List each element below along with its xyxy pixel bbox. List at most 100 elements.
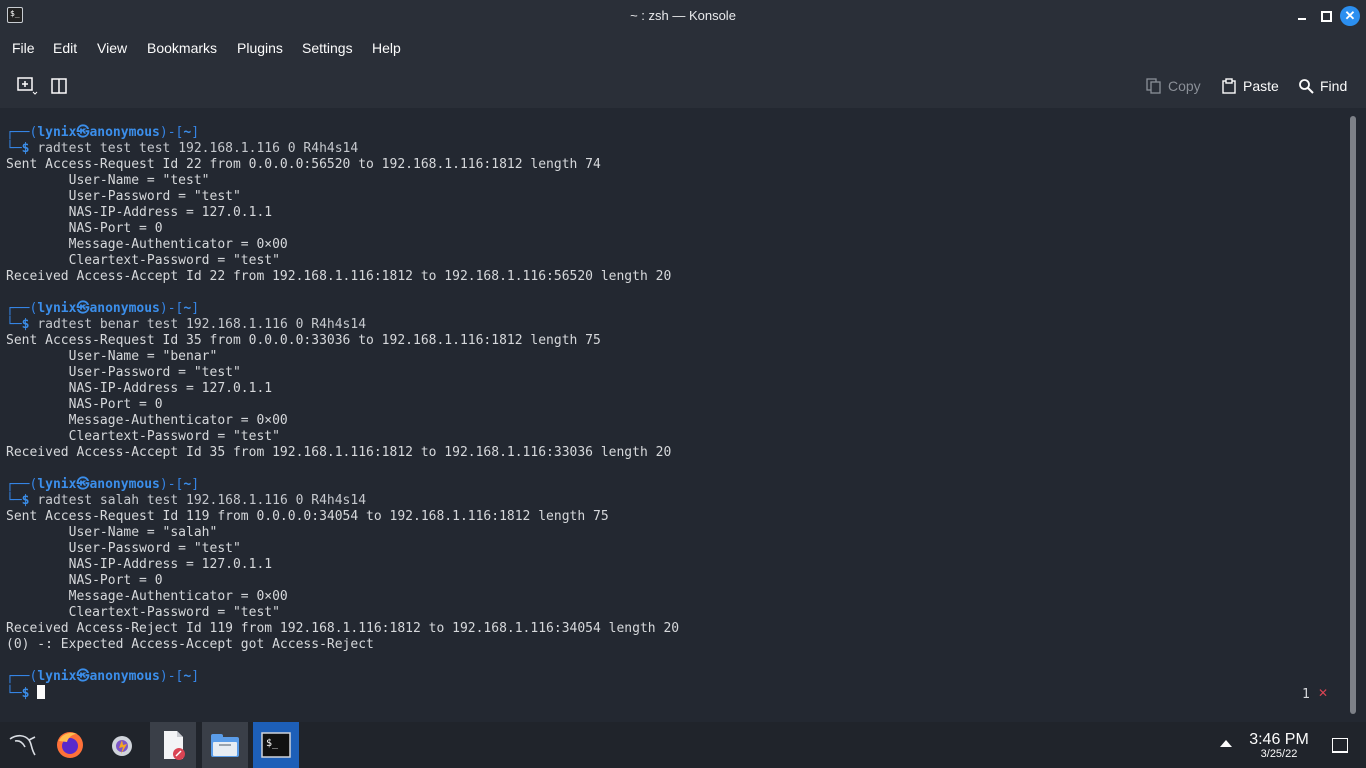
prompt-symbol: $ [21,493,38,508]
output-line: Message-Authenticator = 0×00 [6,413,288,428]
copy-label: Copy [1168,78,1201,94]
clock-date[interactable]: 3/25/22 [1244,748,1314,760]
menu-settings[interactable]: Settings [302,40,353,56]
split-view-icon [51,78,67,94]
search-icon [1299,79,1314,94]
title-bar: $_ ~ : zsh — Konsole ✕ [0,0,1366,32]
prompt-frame: ┌──( [6,477,38,492]
window-title: ~ : zsh — Konsole [630,8,736,23]
prompt-frame: └─ [6,141,22,156]
output-line: Message-Authenticator = 0×00 [6,589,288,604]
copy-button[interactable]: Copy [1146,76,1201,96]
menu-edit[interactable]: Edit [53,40,77,56]
minimize-button[interactable] [1292,6,1312,26]
command-text: radtest benar test 192.168.1.116 0 R4h4s… [37,317,367,332]
prompt-line: ┌──(lynix㉿anonymous)-[~] [6,477,679,493]
prompt-user: lynix㉿anonymous [37,477,160,492]
new-tab-button[interactable] [16,76,40,96]
file-manager-button[interactable] [202,722,248,768]
prompt-frame: └─ [6,686,22,701]
job-status-icon: ✕ [1318,686,1329,700]
output-line: Cleartext-Password = "test" [6,605,280,620]
show-desktop-button[interactable] [1332,738,1348,753]
output-line: Cleartext-Password = "test" [6,253,280,268]
minimize-icon [1298,18,1306,20]
find-label: Find [1320,78,1348,94]
prompt-frame: ┌──( [6,301,38,316]
kali-menu-button[interactable] [0,722,46,768]
output-line: User-Name = "benar" [6,349,218,364]
prompt-frame: ┌──( [6,669,38,684]
prompt-frame: )-[ [159,477,184,492]
prompt-symbol: $ [21,317,38,332]
find-button[interactable]: Find [1298,76,1347,96]
paste-icon [1222,78,1236,94]
output-line: NAS-Port = 0 [6,221,163,236]
output-line: NAS-IP-Address = 127.0.1.1 [6,557,273,572]
output-line: Received Access-Accept Id 22 from 192.16… [6,269,672,284]
prompt-user: lynix㉿anonymous [37,669,160,684]
copy-icon [1146,78,1161,94]
kali-menu-icon [9,734,36,756]
output-line: (0) -: Expected Access-Accept got Access… [6,637,374,652]
prompt-user: lynix㉿anonymous [37,125,160,140]
maximize-icon [1320,10,1332,22]
paste-label: Paste [1243,78,1279,94]
output-line: Message-Authenticator = 0×00 [6,237,288,252]
prompt-line: ┌──(lynix㉿anonymous)-[~] [6,301,679,317]
menu-plugins[interactable]: Plugins [237,40,283,56]
menu-help[interactable]: Help [372,40,401,56]
clock-time[interactable]: 3:46 PM [1244,731,1314,749]
text-editor-icon [164,731,185,760]
firefox-button[interactable] [47,722,93,768]
tray-expand-icon[interactable] [1220,740,1232,747]
paste-button[interactable]: Paste [1221,76,1279,96]
output-line: NAS-IP-Address = 127.0.1.1 [6,205,273,220]
burp-icon [112,736,132,756]
output-line: Sent Access-Request Id 35 from 0.0.0.0:3… [6,333,601,348]
command-line: └─$ [6,685,679,701]
output-line: Received Access-Accept Id 35 from 192.16… [6,445,672,460]
prompt-frame: )-[ [159,669,184,684]
prompt-symbol: $ [21,141,38,156]
prompt-frame: ┌──( [6,125,38,140]
burp-button[interactable] [99,722,145,768]
menu-file[interactable]: File [12,40,35,56]
prompt-symbol: $ [21,686,38,701]
output-line: Received Access-Reject Id 119 from 192.1… [6,621,680,636]
prompt-frame: ] [191,301,200,316]
output-line: User-Password = "test" [6,189,241,204]
output-line: User-Password = "test" [6,541,241,556]
menu-bookmarks[interactable]: Bookmarks [147,40,217,56]
job-count: 1 [1302,687,1310,702]
command-line: └─$ radtest benar test 192.168.1.116 0 R… [6,317,679,333]
maximize-button[interactable] [1316,6,1336,26]
prompt-frame: )-[ [159,125,184,140]
split-view-button[interactable] [50,76,68,96]
scrollbar[interactable] [1350,116,1356,714]
command-line: └─$ radtest test test 192.168.1.116 0 R4… [6,141,679,157]
output-line: Sent Access-Request Id 22 from 0.0.0.0:5… [6,157,601,172]
command-text: radtest test test 192.168.1.116 0 R4h4s1… [37,141,359,156]
output-line: User-Name = "test" [6,173,210,188]
file-manager-icon [211,734,239,757]
prompt-user: lynix㉿anonymous [37,301,160,316]
menu-view[interactable]: View [97,40,127,56]
text-editor-button[interactable] [150,722,196,768]
output-line: Sent Access-Request Id 119 from 0.0.0.0:… [6,509,609,524]
terminal-button[interactable]: $_ [253,722,299,768]
command-text: radtest salah test 192.168.1.116 0 R4h4s… [37,493,367,508]
text-cursor [37,685,46,699]
terminal-output: ┌──(lynix㉿anonymous)-[~] └─$ radtest test… [6,125,679,701]
output-line: User-Name = "salah" [6,525,218,540]
prompt-frame: ] [191,125,200,140]
svg-text:$_: $_ [266,738,279,749]
close-button[interactable]: ✕ [1340,6,1360,26]
output-line: NAS-IP-Address = 127.0.1.1 [6,381,273,396]
prompt-line: ┌──(lynix㉿anonymous)-[~] [6,669,679,685]
close-icon: ✕ [1344,8,1356,23]
prompt-frame: └─ [6,317,22,332]
